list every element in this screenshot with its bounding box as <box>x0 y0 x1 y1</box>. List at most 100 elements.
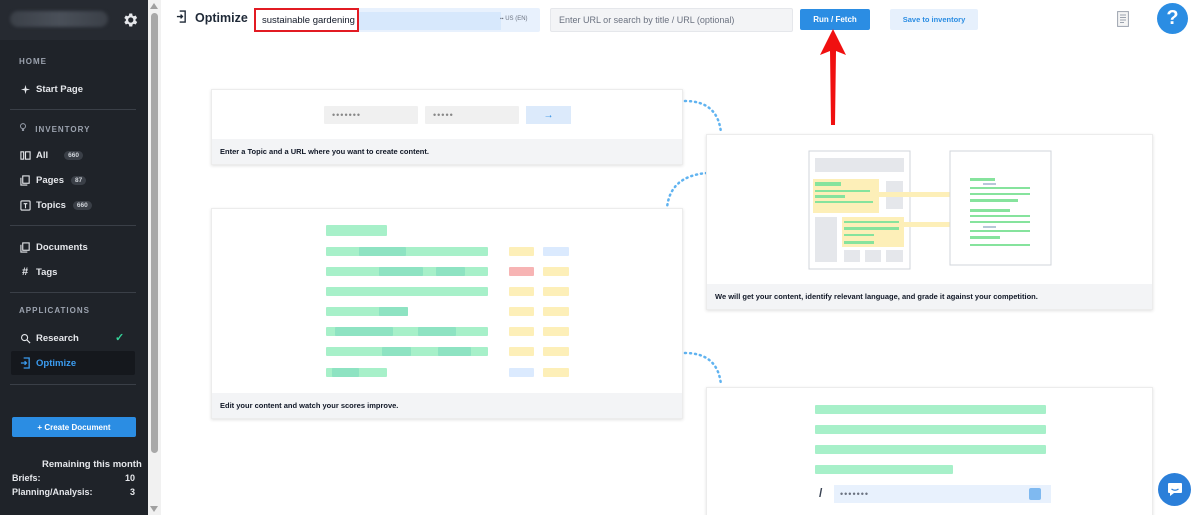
sidebar-item-tags[interactable]: # Tags <box>19 262 58 282</box>
columns-icon <box>19 149 31 161</box>
onboarding-card-edit-content: Edit your content and watch your scores … <box>211 208 683 419</box>
quota-value: 3 <box>129 487 135 497</box>
divider <box>10 225 136 226</box>
onboarding-card-analysis: We will get your content, identify relev… <box>706 134 1153 310</box>
help-button[interactable]: ? <box>1157 3 1188 34</box>
account-logo[interactable] <box>10 11 108 27</box>
section-home: HOME <box>19 57 47 66</box>
check-icon: ✓ <box>115 332 125 344</box>
score-chip <box>509 247 534 256</box>
sidebar-scrollbar[interactable] <box>148 0 161 515</box>
card-caption: Enter a Topic and a URL where you want t… <box>212 139 682 164</box>
highlight-placeholder <box>379 267 423 276</box>
url-illustration-field: ••••• <box>425 106 519 124</box>
dotted-connector <box>683 99 723 135</box>
quota-label: Briefs: <box>12 473 41 483</box>
score-chip <box>509 327 534 336</box>
section-applications: APPLICATIONS <box>19 306 90 315</box>
scroll-thumb[interactable] <box>151 13 158 453</box>
flag-icon: ▪▪ <box>500 16 504 22</box>
sidebar-item-label: Topics <box>36 199 66 211</box>
score-chip <box>543 307 569 316</box>
topic-icon <box>19 199 31 211</box>
score-chip <box>509 267 534 276</box>
sidebar-item-documents[interactable]: Documents <box>19 237 88 257</box>
chat-icon <box>1167 483 1182 496</box>
text-line-placeholder <box>815 445 1046 454</box>
document-icon[interactable] <box>1117 11 1129 27</box>
sidebar-item-pages[interactable]: Pages 87 <box>19 170 87 190</box>
divider <box>10 384 136 385</box>
highlight-placeholder <box>382 347 411 356</box>
divider <box>10 292 136 293</box>
chat-support-button[interactable] <box>1158 473 1191 506</box>
text-line-placeholder <box>326 287 488 296</box>
sidebar-item-label: All <box>36 149 49 161</box>
highlight-placeholder <box>379 307 408 316</box>
pages-icon <box>19 174 31 186</box>
divider <box>10 109 136 110</box>
bulb-icon <box>19 123 30 134</box>
sidebar-item-optimize[interactable]: Optimize <box>19 353 76 373</box>
scroll-up-arrow[interactable] <box>150 3 158 9</box>
highlight-placeholder <box>418 327 456 336</box>
remaining-title: Remaining this month <box>42 459 142 470</box>
text-line-placeholder <box>815 465 953 474</box>
quota-label: Planning/Analysis: <box>12 487 93 497</box>
sidebar-item-label: Documents <box>36 241 88 253</box>
dotted-connector <box>665 171 709 210</box>
onboarding-card-search: / ••••••• <box>706 387 1153 515</box>
gear-icon[interactable] <box>121 11 139 29</box>
sidebar-item-research[interactable]: Research <box>19 328 79 348</box>
content-comparison-illustration <box>808 150 1052 270</box>
optimize-icon <box>176 10 187 26</box>
research-icon <box>19 332 31 344</box>
quota-row-planning: Planning/Analysis: 3 <box>12 487 135 497</box>
count-badge: 660 <box>72 200 92 210</box>
score-chip <box>543 327 569 336</box>
section-inventory: INVENTORY <box>19 123 90 134</box>
heading-placeholder <box>326 225 387 236</box>
count-badge: 660 <box>64 150 83 160</box>
sidebar-item-topics[interactable]: Topics 660 <box>19 195 92 215</box>
slash-command-icon: / <box>819 486 823 500</box>
arrow-right-icon: → <box>526 106 571 124</box>
score-chip <box>509 287 534 296</box>
text-line-placeholder <box>326 247 488 256</box>
sidebar-item-label: Tags <box>36 266 58 278</box>
locale-select[interactable]: ▪▪ US (EN) <box>500 16 528 22</box>
sidebar-item-start-page[interactable]: Start Page <box>19 79 83 99</box>
url-search-input[interactable]: Enter URL or search by title / URL (opti… <box>550 8 793 32</box>
count-badge: 87 <box>71 175 87 185</box>
score-chip <box>543 267 569 276</box>
red-pointer-arrow-icon <box>820 29 846 125</box>
documents-icon <box>19 241 31 253</box>
topic-input[interactable]: sustainable gardening <box>254 8 359 32</box>
sidebar-item-all[interactable]: All 660 <box>19 145 83 165</box>
score-chip <box>509 347 534 356</box>
score-chip <box>543 247 569 256</box>
text-line-placeholder <box>815 425 1046 434</box>
sidebar: HOME Start Page INVENTORY All 660 Pages … <box>0 0 148 515</box>
run-fetch-button[interactable]: Run / Fetch <box>800 9 870 30</box>
score-chip <box>509 368 534 377</box>
search-submit-icon <box>1029 488 1041 500</box>
highlight-placeholder <box>436 267 465 276</box>
optimize-icon <box>19 357 31 369</box>
quota-value: 10 <box>124 473 135 483</box>
scroll-down-arrow[interactable] <box>150 506 158 512</box>
save-to-inventory-button[interactable]: Save to inventory <box>890 9 978 30</box>
highlight-placeholder <box>438 347 471 356</box>
page-title: Optimize <box>176 10 248 26</box>
dotted-connector <box>683 351 723 387</box>
sidebar-item-label: Pages <box>36 174 64 186</box>
highlight-placeholder <box>335 327 393 336</box>
score-chip <box>509 307 534 316</box>
sidebar-item-label: Start Page <box>36 83 83 95</box>
topic-autocomplete-fill <box>359 12 501 30</box>
sparkle-icon <box>19 83 31 95</box>
sidebar-item-label: Research <box>36 332 79 344</box>
create-document-button[interactable]: + Create Document <box>12 417 136 437</box>
score-chip <box>543 368 569 377</box>
score-chip <box>543 287 569 296</box>
